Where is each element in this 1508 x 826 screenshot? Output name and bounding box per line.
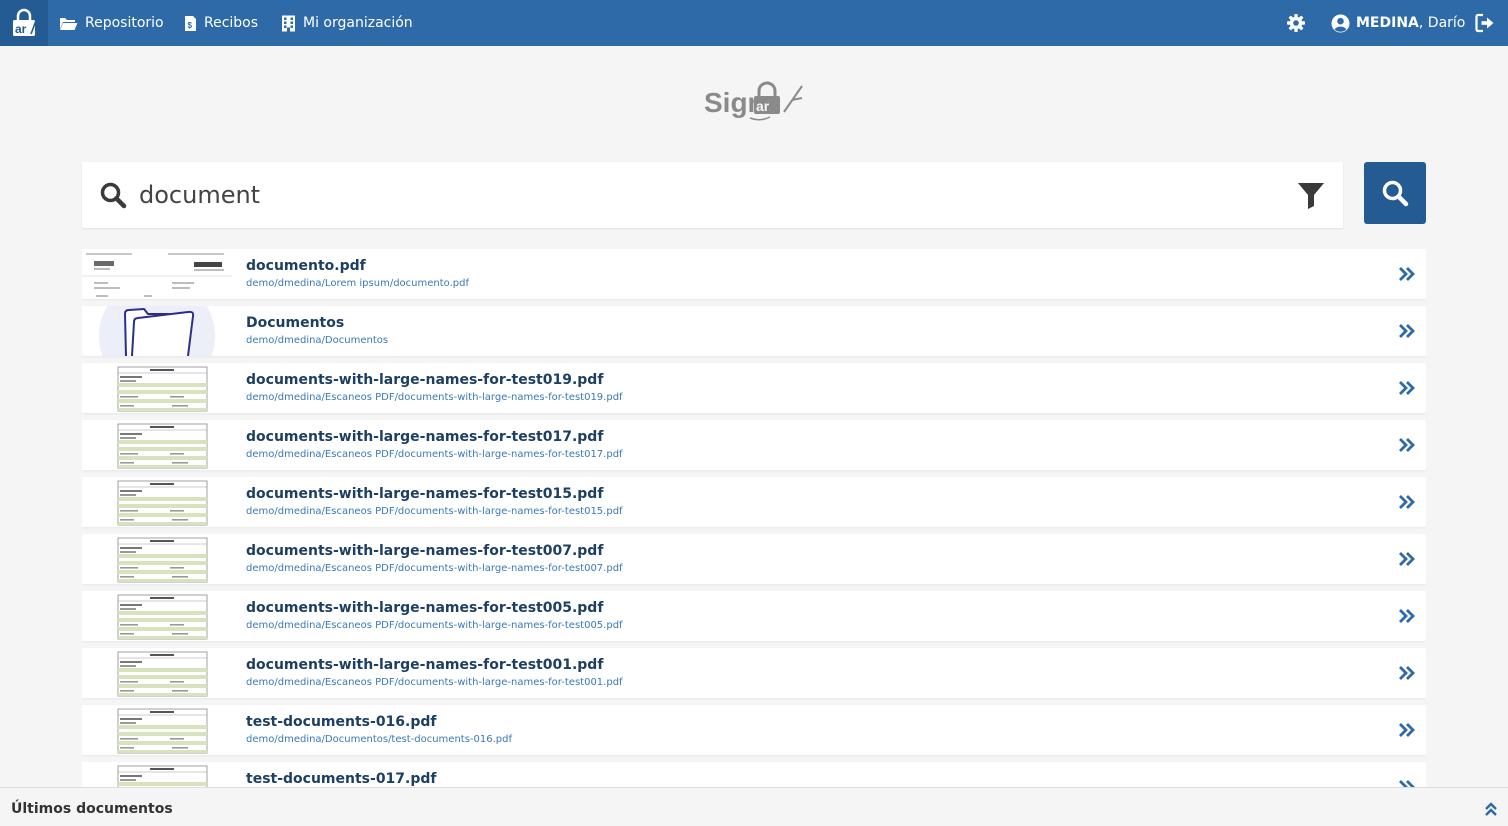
search-results-list: documento.pdf demo/dmedina/Lorem ipsum/d… — [82, 249, 1426, 787]
document-thumbnail — [82, 591, 232, 641]
folder-open-icon — [60, 17, 78, 30]
double-chevron-right-icon — [1399, 552, 1415, 566]
nav-repositorio-label: Repositorio — [85, 15, 164, 31]
svg-text:ar: ar — [15, 22, 27, 36]
search-box-icon — [99, 181, 127, 209]
user-menu[interactable]: MEDINA, Darío — [1331, 0, 1465, 46]
receipt-icon: $ — [185, 15, 196, 31]
result-row[interactable]: documento.pdf demo/dmedina/Lorem ipsum/d… — [82, 249, 1426, 299]
result-row[interactable]: documents-with-large-names-for-test007.p… — [82, 534, 1426, 584]
result-title[interactable]: documents-with-large-names-for-test015.p… — [246, 486, 603, 502]
double-chevron-right-icon — [1399, 723, 1415, 737]
svg-text:ar: ar — [756, 98, 770, 114]
result-title[interactable]: documents-with-large-names-for-test001.p… — [246, 657, 603, 673]
search-button[interactable] — [1364, 162, 1426, 224]
result-title[interactable]: test-documents-017.pdf — [246, 771, 437, 787]
result-row[interactable]: documents-with-large-names-for-test017.p… — [82, 420, 1426, 470]
nav-mi-organizacion-label: Mi organización — [303, 15, 413, 31]
search-icon — [100, 182, 127, 209]
open-result-button[interactable] — [1398, 779, 1416, 787]
svg-text:$: $ — [188, 21, 193, 30]
double-chevron-right-icon — [1399, 381, 1415, 395]
result-path: demo/dmedina/Documentos — [246, 335, 389, 346]
app-logo-icon: ar — [13, 8, 38, 36]
user-name: , Darío — [1418, 15, 1466, 31]
result-title[interactable]: test-documents-016.pdf — [246, 714, 437, 730]
folder-thumbnail — [82, 306, 232, 356]
result-row[interactable]: test-documents-017.pdf — [82, 762, 1426, 787]
top-navbar: ar Repositorio $ Recibos Mi organización — [0, 0, 1508, 46]
open-result-button[interactable] — [1398, 665, 1416, 681]
result-row[interactable]: documents-with-large-names-for-test001.p… — [82, 648, 1426, 698]
filter-button[interactable] — [1297, 181, 1325, 209]
recent-documents-label: Últimos documentos — [11, 801, 173, 817]
result-path: demo/dmedina/Escaneos PDF/documents-with… — [246, 677, 623, 688]
search-box — [82, 162, 1343, 228]
double-chevron-up-icon — [1485, 802, 1497, 816]
result-path: demo/dmedina/Escaneos PDF/documents-with… — [246, 563, 623, 574]
document-thumbnail — [82, 648, 232, 698]
open-result-button[interactable] — [1398, 722, 1416, 738]
result-title[interactable]: documents-with-large-names-for-test007.p… — [246, 543, 603, 559]
result-row[interactable]: documents-with-large-names-for-test005.p… — [82, 591, 1426, 641]
signar-logo: Sign ar — [704, 80, 806, 124]
user-circle-icon — [1331, 14, 1350, 32]
result-path: demo/dmedina/Escaneos PDF/documents-with… — [246, 620, 623, 631]
logout-button[interactable] — [1475, 13, 1495, 33]
result-path: demo/dmedina/Lorem ipsum/documento.pdf — [246, 278, 469, 289]
user-surname: MEDINA — [1356, 15, 1419, 31]
nav-recibos[interactable]: $ Recibos — [184, 0, 258, 46]
result-title[interactable]: documents-with-large-names-for-test017.p… — [246, 429, 603, 445]
result-title[interactable]: documents-with-large-names-for-test005.p… — [246, 600, 603, 616]
open-result-button[interactable] — [1398, 323, 1416, 339]
open-result-button[interactable] — [1398, 266, 1416, 282]
result-row[interactable]: test-documents-016.pdf demo/dmedina/Docu… — [82, 705, 1426, 755]
double-chevron-right-icon — [1399, 267, 1415, 281]
document-thumbnail — [82, 477, 232, 527]
result-row[interactable]: documents-with-large-names-for-test015.p… — [82, 477, 1426, 527]
document-thumbnail — [82, 534, 232, 584]
search-icon — [1382, 180, 1409, 207]
folder-icon — [99, 306, 215, 356]
document-thumbnail — [82, 420, 232, 470]
double-chevron-right-icon — [1399, 780, 1415, 787]
result-path: demo/dmedina/Escaneos PDF/documents-with… — [246, 449, 623, 460]
open-result-button[interactable] — [1398, 551, 1416, 567]
expand-recent-button[interactable] — [1484, 801, 1498, 817]
document-thumbnail — [82, 249, 232, 299]
result-path: demo/dmedina/Escaneos PDF/documents-with… — [246, 506, 623, 517]
home-button[interactable]: ar — [0, 0, 48, 46]
open-result-button[interactable] — [1398, 437, 1416, 453]
result-row[interactable]: Documentos demo/dmedina/Documentos — [82, 306, 1426, 356]
document-thumbnail — [82, 363, 232, 413]
search-input[interactable] — [139, 176, 1269, 214]
open-result-button[interactable] — [1398, 380, 1416, 396]
double-chevron-right-icon — [1399, 666, 1415, 680]
document-thumbnail — [82, 762, 232, 787]
building-icon — [282, 15, 295, 31]
double-chevron-right-icon — [1399, 324, 1415, 338]
result-title[interactable]: Documentos — [246, 315, 344, 331]
sign-out-icon — [1475, 13, 1494, 33]
gear-icon — [1287, 14, 1305, 32]
open-result-button[interactable] — [1398, 494, 1416, 510]
nav-recibos-label: Recibos — [204, 15, 259, 31]
recent-documents-bar[interactable]: Últimos documentos — [0, 787, 1508, 826]
settings-button[interactable] — [1286, 13, 1306, 33]
result-path: demo/dmedina/Escaneos PDF/documents-with… — [246, 392, 623, 403]
result-title[interactable]: documento.pdf — [246, 258, 366, 274]
double-chevron-right-icon — [1399, 495, 1415, 509]
open-result-button[interactable] — [1398, 608, 1416, 624]
double-chevron-right-icon — [1399, 609, 1415, 623]
result-title[interactable]: documents-with-large-names-for-test019.p… — [246, 372, 603, 388]
double-chevron-right-icon — [1399, 438, 1415, 452]
result-path: demo/dmedina/Documentos/test-documents-0… — [246, 734, 513, 745]
document-thumbnail — [82, 705, 232, 755]
nav-repositorio[interactable]: Repositorio — [59, 0, 164, 46]
filter-icon — [1298, 183, 1324, 209]
result-row[interactable]: documents-with-large-names-for-test019.p… — [82, 363, 1426, 413]
nav-mi-organizacion[interactable]: Mi organización — [281, 0, 413, 46]
